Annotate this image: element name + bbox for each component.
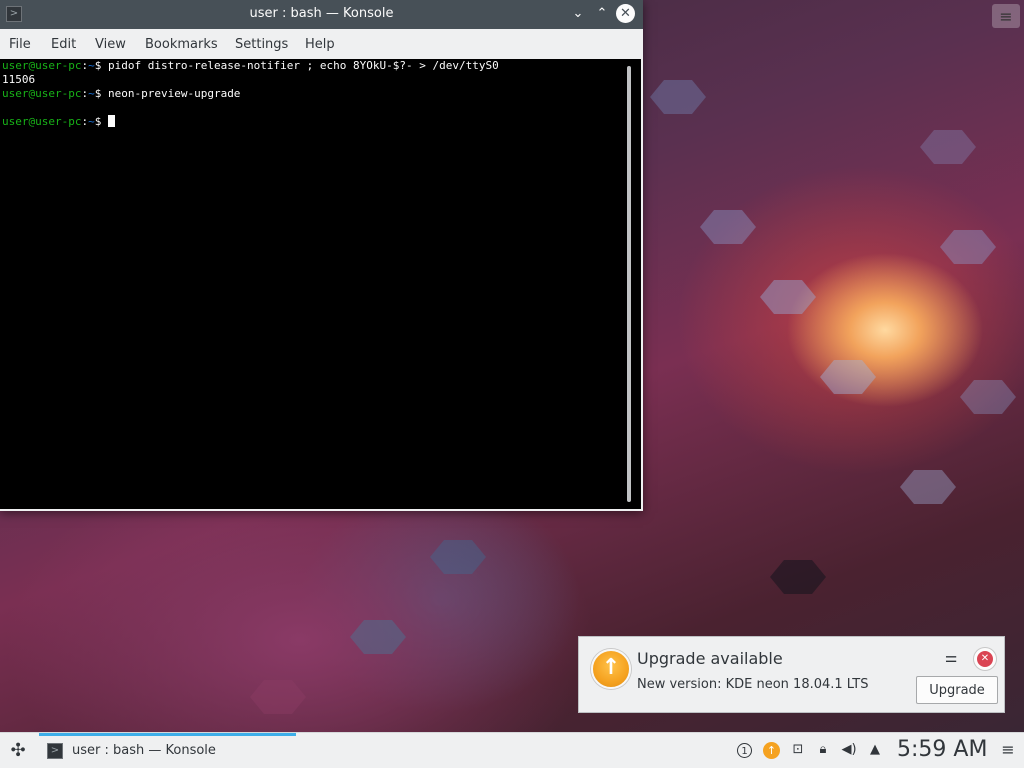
wallpaper-hex (700, 210, 756, 244)
application-launcher-icon[interactable]: ✣ (6, 739, 30, 763)
wallpaper-hex (430, 540, 486, 574)
terminal-command (101, 115, 108, 128)
menu-edit[interactable]: Edit (51, 37, 76, 52)
close-icon[interactable]: ✕ (616, 4, 635, 23)
minimize-icon[interactable]: ⌄ (569, 5, 587, 23)
terminal-line: user@user-pc:~$ pidof distro-release-not… (2, 59, 499, 72)
wallpaper-hex (920, 130, 976, 164)
terminal-cursor (107, 115, 115, 127)
terminal-icon: > (47, 743, 63, 759)
upgrade-notification: ↑ Upgrade available New version: KDE neo… (578, 636, 1005, 713)
taskbar-panel: ✣ > user : bash — Konsole 1 ↑ ⊡ 🔒︎ ◀) ▲ … (0, 732, 1024, 768)
konsole-window: > user : bash — Konsole ⌄ ⌃ ✕ File Edit … (0, 0, 643, 511)
notification-title: Upgrade available (637, 649, 783, 668)
prompt-user: user@user-pc (2, 59, 82, 72)
taskbar-task-konsole[interactable]: > user : bash — Konsole (39, 733, 296, 768)
menubar: File Edit View Bookmarks Settings Help (0, 29, 643, 59)
menu-view[interactable]: View (95, 37, 126, 52)
prompt-user: user@user-pc (2, 87, 82, 100)
settings-sliders-icon[interactable]: ⚌ (942, 649, 960, 667)
wallpaper-hex (650, 80, 706, 114)
upgrade-button[interactable]: Upgrade (916, 676, 998, 704)
menu-help[interactable]: Help (305, 37, 335, 52)
desktop-toolbox-menu-icon[interactable]: ≡ (992, 4, 1020, 28)
window-titlebar[interactable]: > user : bash — Konsole ⌄ ⌃ ✕ (0, 0, 643, 29)
terminal-line: 11506 (2, 73, 35, 87)
wallpaper-hex (940, 230, 996, 264)
network-icon[interactable]: ⊡ (789, 741, 807, 759)
terminal-command: pidof distro-release-notifier ; echo 8YO… (101, 59, 499, 72)
prompt-user: user@user-pc (2, 115, 82, 128)
wallpaper-hex (960, 380, 1016, 414)
notification-body: New version: KDE neon 18.04.1 LTS (637, 677, 869, 692)
clock[interactable]: 5:59 AM (897, 737, 987, 762)
wallpaper-hex (820, 360, 876, 394)
terminal-output[interactable]: user@user-pc:~$ pidof distro-release-not… (0, 59, 641, 509)
notification-count-icon[interactable]: 1 (737, 743, 752, 758)
task-label: user : bash — Konsole (72, 743, 216, 758)
terminal-output-text: 11506 (2, 73, 36, 86)
lock-icon[interactable]: 🔒︎ (814, 741, 832, 759)
terminal-command: neon-preview-upgrade (101, 87, 241, 100)
prompt-path: ~ (88, 59, 95, 72)
menu-file[interactable]: File (9, 37, 31, 52)
hamburger-menu-icon[interactable]: ≡ (999, 741, 1017, 759)
menu-settings[interactable]: Settings (235, 37, 288, 52)
wallpaper-hex (760, 280, 816, 314)
prompt-path: ~ (88, 87, 95, 100)
maximize-icon[interactable]: ⌃ (593, 5, 611, 23)
terminal-line: user@user-pc:~$ neon-preview-upgrade (2, 87, 241, 100)
terminal-scrollbar[interactable] (627, 66, 631, 502)
upgrade-arrow-icon: ↑ (591, 649, 631, 689)
wallpaper-hex (350, 620, 406, 654)
prompt-path: ~ (88, 115, 95, 128)
wallpaper-hex (770, 560, 826, 594)
wallpaper-hex (900, 470, 956, 504)
volume-icon[interactable]: ◀) (840, 741, 858, 759)
upgrade-icon[interactable]: ↑ (763, 742, 780, 759)
notification-close-icon[interactable]: ✕ (974, 648, 996, 670)
terminal-line: user@user-pc:~$ (2, 115, 115, 129)
menu-bookmarks[interactable]: Bookmarks (145, 37, 218, 52)
window-title: user : bash — Konsole (249, 6, 394, 21)
wallpaper-hex (250, 680, 306, 714)
expand-tray-icon[interactable]: ▲ (866, 741, 884, 759)
